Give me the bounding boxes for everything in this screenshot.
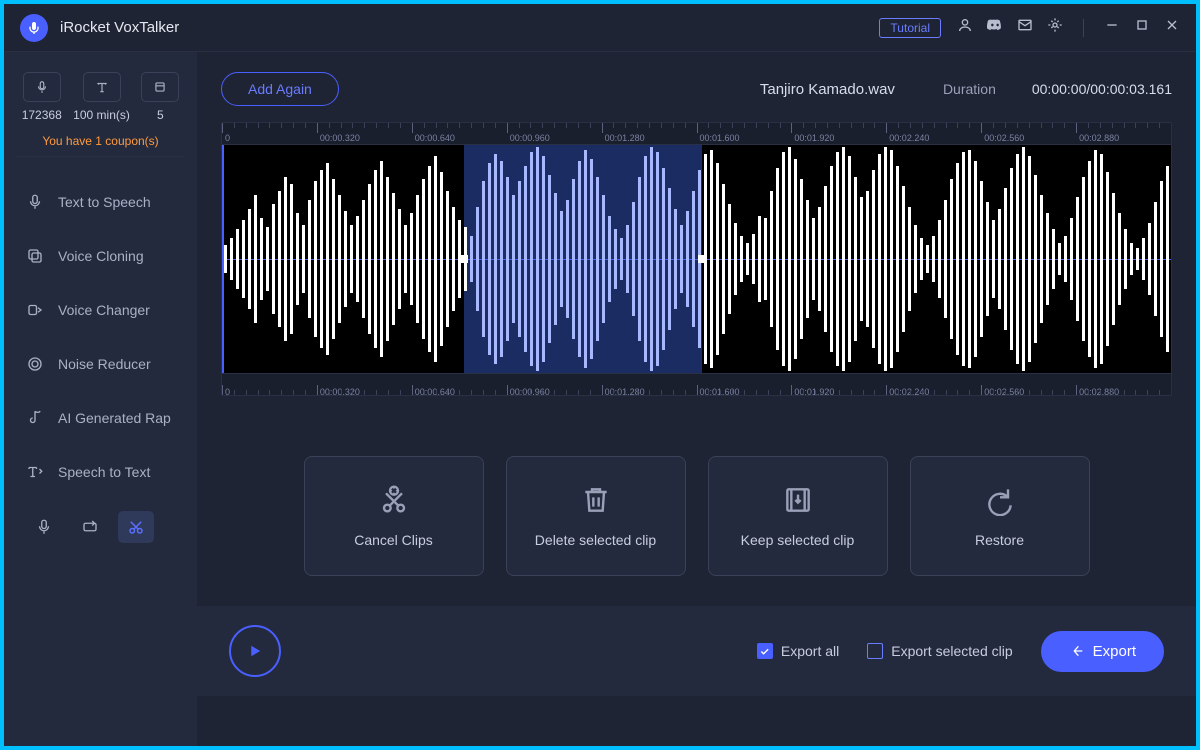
export-selected-checkbox[interactable]: Export selected clip [867, 643, 1012, 659]
nav-label: AI Generated Rap [58, 410, 171, 426]
selection-handle-left[interactable] [460, 255, 468, 263]
checkbox-label: Export selected clip [891, 643, 1012, 659]
mic-icon [26, 193, 44, 211]
app-logo [20, 14, 48, 42]
text-icon [95, 80, 109, 94]
discord-icon[interactable] [987, 17, 1003, 38]
sidebar-bottom-icons [4, 511, 197, 543]
minimize-icon[interactable] [1104, 17, 1120, 38]
nav-voice-changer[interactable]: Voice Changer [4, 283, 197, 337]
cut-icon[interactable] [118, 511, 154, 543]
export-button[interactable]: Export [1041, 631, 1164, 672]
waveform-bars [224, 145, 1169, 373]
clip-label: Restore [975, 532, 1024, 548]
titlebar-icons [957, 17, 1180, 38]
clip-label: Delete selected clip [535, 532, 656, 548]
scissors-x-icon [378, 484, 410, 516]
main-header: Add Again Tanjiro Kamado.wav Duration 00… [221, 72, 1172, 106]
nav-speech-to-text[interactable]: Speech to Text [4, 445, 197, 499]
app-window: iRocket VoxTalker Tutorial 172368 100 [4, 4, 1196, 746]
stat-minutes[interactable]: 100 min(s) [73, 72, 130, 122]
nav-ai-rap[interactable]: AI Generated Rap [4, 391, 197, 445]
waveform[interactable] [222, 145, 1171, 373]
tutorial-button[interactable]: Tutorial [879, 18, 941, 38]
nav-label: Voice Cloning [58, 248, 144, 264]
rap-icon [26, 409, 44, 427]
export-all-checkbox[interactable]: Export all [757, 643, 839, 659]
play-button[interactable] [229, 625, 281, 677]
clip-label: Keep selected clip [741, 532, 855, 548]
loop-icon[interactable] [72, 511, 108, 543]
user-icon[interactable] [957, 17, 973, 38]
sidebar: 172368 100 min(s) 5 You have 1 coupon(s)… [4, 52, 197, 746]
stats-row: 172368 100 min(s) 5 [4, 64, 197, 126]
nav-text-to-speech[interactable]: Text to Speech [4, 175, 197, 229]
nav: Text to Speech Voice Cloning Voice Chang… [4, 175, 197, 499]
mic-icon [35, 80, 49, 94]
titlebar: iRocket VoxTalker Tutorial [4, 4, 1196, 52]
ruler-bottom[interactable]: 000:00.32000:00.64000:00.96000:01.28000:… [222, 373, 1171, 395]
clone-icon [26, 247, 44, 265]
clip-label: Cancel Clips [354, 532, 433, 548]
noise-icon [26, 355, 44, 373]
add-again-button[interactable]: Add Again [221, 72, 339, 106]
ruler-top[interactable]: 000:00.32000:00.64000:00.96000:01.28000:… [222, 123, 1171, 145]
footer: Export all Export selected clip Export [197, 606, 1196, 696]
selection-handle-right[interactable] [698, 255, 706, 263]
film-down-icon [782, 484, 814, 516]
playhead[interactable] [222, 145, 224, 373]
nav-noise-reducer[interactable]: Noise Reducer [4, 337, 197, 391]
nav-label: Text to Speech [58, 194, 151, 210]
export-icon [1069, 643, 1085, 659]
play-icon [246, 642, 264, 660]
checkbox-icon [757, 643, 773, 659]
maximize-icon[interactable] [1134, 17, 1150, 38]
checkbox-label: Export all [781, 643, 839, 659]
stat-credits[interactable]: 172368 [22, 72, 62, 122]
duration-label: Duration [943, 81, 996, 97]
box-icon [153, 80, 167, 94]
trash-icon [580, 484, 612, 516]
nav-label: Noise Reducer [58, 356, 151, 372]
clip-actions: Cancel Clips Delete selected clip Keep s… [221, 456, 1172, 576]
changer-icon [26, 301, 44, 319]
keep-clip-button[interactable]: Keep selected clip [708, 456, 888, 576]
waveform-container: 000:00.32000:00.64000:00.96000:01.28000:… [221, 122, 1172, 396]
record-icon[interactable] [26, 511, 62, 543]
filename-label: Tanjiro Kamado.wav [760, 81, 895, 98]
mail-icon[interactable] [1017, 17, 1033, 38]
close-icon[interactable] [1164, 17, 1180, 38]
nav-label: Speech to Text [58, 464, 150, 480]
stt-icon [26, 463, 44, 481]
restore-button[interactable]: Restore [910, 456, 1090, 576]
nav-label: Voice Changer [58, 302, 150, 318]
checkbox-icon [867, 643, 883, 659]
delete-clip-button[interactable]: Delete selected clip [506, 456, 686, 576]
export-label: Export [1093, 643, 1136, 660]
duration-value: 00:00:00/00:00:03.161 [1032, 81, 1172, 97]
nav-voice-cloning[interactable]: Voice Cloning [4, 229, 197, 283]
app-title: iRocket VoxTalker [60, 19, 179, 36]
cancel-clips-button[interactable]: Cancel Clips [304, 456, 484, 576]
stat-count[interactable]: 5 [141, 72, 179, 122]
settings-icon[interactable] [1047, 17, 1063, 38]
coupon-text[interactable]: You have 1 coupon(s) [16, 126, 185, 157]
main-panel: Add Again Tanjiro Kamado.wav Duration 00… [197, 52, 1196, 746]
restore-icon [984, 484, 1016, 516]
